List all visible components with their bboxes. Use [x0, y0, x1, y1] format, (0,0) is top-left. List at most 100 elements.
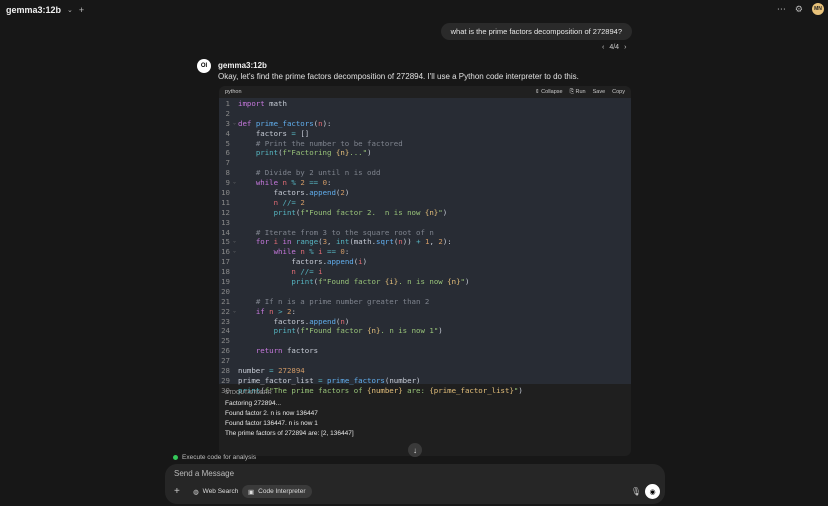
code-line: 12 print(f"Found factor 2. n is now {n}"… [219, 208, 631, 218]
code-line: 13 [219, 218, 631, 228]
line-number: 26 [221, 346, 230, 356]
code-text: while n % 2 == 0: [255, 178, 332, 188]
line-number: 8 [225, 168, 230, 178]
line-number: 29 [221, 375, 230, 385]
terminal-icon: ▣ [248, 488, 255, 496]
message-composer: + ◍ Web Search ▣ Code Interpreter 🎙 ◉ [165, 464, 665, 504]
code-line: 4 factors = [] [219, 129, 631, 139]
code-line: 11 n //= 2 [219, 198, 631, 208]
status-dot-icon [173, 455, 178, 460]
fold-chevron-icon [233, 336, 238, 346]
assistant-name: gemma3:12b [218, 61, 267, 70]
line-number: 27 [221, 356, 230, 366]
line-number: 3 [225, 118, 230, 128]
line-number: 5 [225, 138, 230, 148]
line-number: 6 [225, 148, 230, 158]
code-line: 27 [219, 356, 631, 366]
message-input[interactable] [174, 469, 614, 478]
collapse-label: Collapse [541, 88, 563, 95]
line-number: 14 [221, 227, 230, 237]
pager-label: 4/4 [609, 44, 620, 51]
code-text: def prime_factors(n): [238, 118, 332, 128]
line-number: 28 [221, 366, 230, 376]
collapse-button[interactable]: ⇕ Collapse [535, 89, 563, 96]
top-bar: gemma3:12b ⌄ + ⋯ ⚙ MN [0, 0, 828, 20]
code-line: 22 ⌄ if n > 2: [219, 307, 631, 317]
code-text: number = 272894 [238, 366, 305, 376]
code-line: 8 # Divide by 2 until n is odd [219, 168, 631, 178]
chevron-down-icon[interactable]: ⌄ [67, 6, 73, 14]
response-pager: ‹ 4/4 › [602, 44, 626, 51]
fold-chevron-icon [233, 356, 238, 366]
line-number: 13 [221, 217, 230, 227]
assistant-message: Okay, let's find the prime factors decom… [218, 72, 579, 81]
plus-icon[interactable]: + [79, 5, 84, 15]
fold-chevron-icon [233, 109, 238, 119]
fold-chevron-icon [233, 158, 238, 168]
voice-mode-button[interactable]: ◉ [645, 484, 660, 499]
code-text: print(f"Found factor 2. n is now {n}") [273, 207, 448, 217]
code-language: python [225, 89, 242, 95]
model-selector[interactable]: gemma3:12b [6, 5, 61, 15]
code-line: 1 import math [219, 99, 631, 109]
microphone-icon[interactable]: 🎙 [631, 487, 641, 496]
code-interpreter-toggle[interactable]: ▣ Code Interpreter [242, 485, 312, 498]
code-line: 23 factors.append(n) [219, 317, 631, 327]
web-search-label: Web Search [202, 488, 239, 495]
line-number: 1 [225, 99, 230, 108]
code-line: 20 [219, 287, 631, 297]
user-avatar[interactable]: MN [812, 3, 824, 15]
code-line: 28 number = 272894 [219, 366, 631, 376]
run-button[interactable]: ⎘ Run [570, 89, 586, 96]
top-right-controls: ⋯ ⚙ MN [777, 3, 824, 15]
code-text: factors.append(2) [273, 188, 350, 198]
code-line: 10 factors.append(2) [219, 188, 631, 198]
code-line: 7 [219, 158, 631, 168]
code-text: n //= 2 [273, 197, 305, 207]
chevron-left-icon[interactable]: ‹ [602, 44, 604, 51]
more-icon[interactable]: ⋯ [777, 4, 786, 15]
code-header: python ⇕ Collapse ⎘ Run Save Copy [219, 86, 631, 98]
code-text: while n % i == 0: [273, 247, 350, 257]
code-text: print(f"Found factor {n}. n is now 1") [273, 326, 443, 336]
web-search-toggle[interactable]: ◍ Web Search [187, 485, 244, 498]
fold-chevron-icon [233, 218, 238, 228]
copy-button[interactable]: Copy [612, 89, 625, 96]
code-text: # If n is a prime number greater than 2 [255, 296, 430, 306]
line-number: 15 [221, 237, 230, 247]
output-line: The prime factors of 272894 are: [2, 136… [225, 430, 354, 437]
code-line: 6 print(f"Factoring {n}...") [219, 148, 631, 158]
code-line: 2 [219, 109, 631, 119]
output-lines: Factoring 272894... Found factor 2. n is … [225, 399, 354, 439]
line-number: 24 [221, 326, 230, 336]
line-number: 2 [225, 108, 230, 118]
code-line: 25 [219, 336, 631, 346]
output-line: Found factor 2. n is now 136447 [225, 410, 318, 417]
save-button[interactable]: Save [593, 89, 606, 96]
line-number: 16 [221, 247, 230, 257]
code-text: prime_factor_list = prime_factors(number… [238, 375, 421, 385]
scroll-down-button[interactable]: ↓ [408, 443, 422, 457]
line-number: 19 [221, 277, 230, 287]
code-line: 21 # If n is a prime number greater than… [219, 297, 631, 307]
code-text: import math [238, 99, 287, 108]
code-text: print(f"Found factor {i}. n is now {n}") [291, 277, 470, 287]
line-number: 17 [221, 257, 230, 267]
code-editor[interactable]: 1 import math 2 3 ⌄ def prime_factors(n): 4 fa… [219, 98, 631, 395]
run-label: Run [575, 88, 586, 95]
fold-chevron-icon [233, 287, 238, 297]
chevron-right-icon[interactable]: › [624, 44, 626, 51]
code-text: # Print the number to be factored [255, 138, 403, 148]
settings-sliders-icon[interactable]: ⚙ [795, 4, 803, 15]
output-line: Found factor 136447. n is now 1 [225, 420, 318, 427]
line-number: 20 [221, 286, 230, 296]
code-block: python ⇕ Collapse ⎘ Run Save Copy 1 impor… [219, 86, 631, 456]
line-number: 11 [221, 197, 230, 207]
status-text: Execute code for analysis [182, 454, 257, 461]
output-label: STDOUT/STDERR [225, 390, 272, 396]
attach-plus-icon[interactable]: + [174, 486, 180, 497]
execution-status: Execute code for analysis [173, 454, 256, 461]
code-line: 17 factors.append(i) [219, 257, 631, 267]
line-number: 4 [225, 128, 230, 138]
code-interpreter-label: Code Interpreter [258, 488, 306, 495]
